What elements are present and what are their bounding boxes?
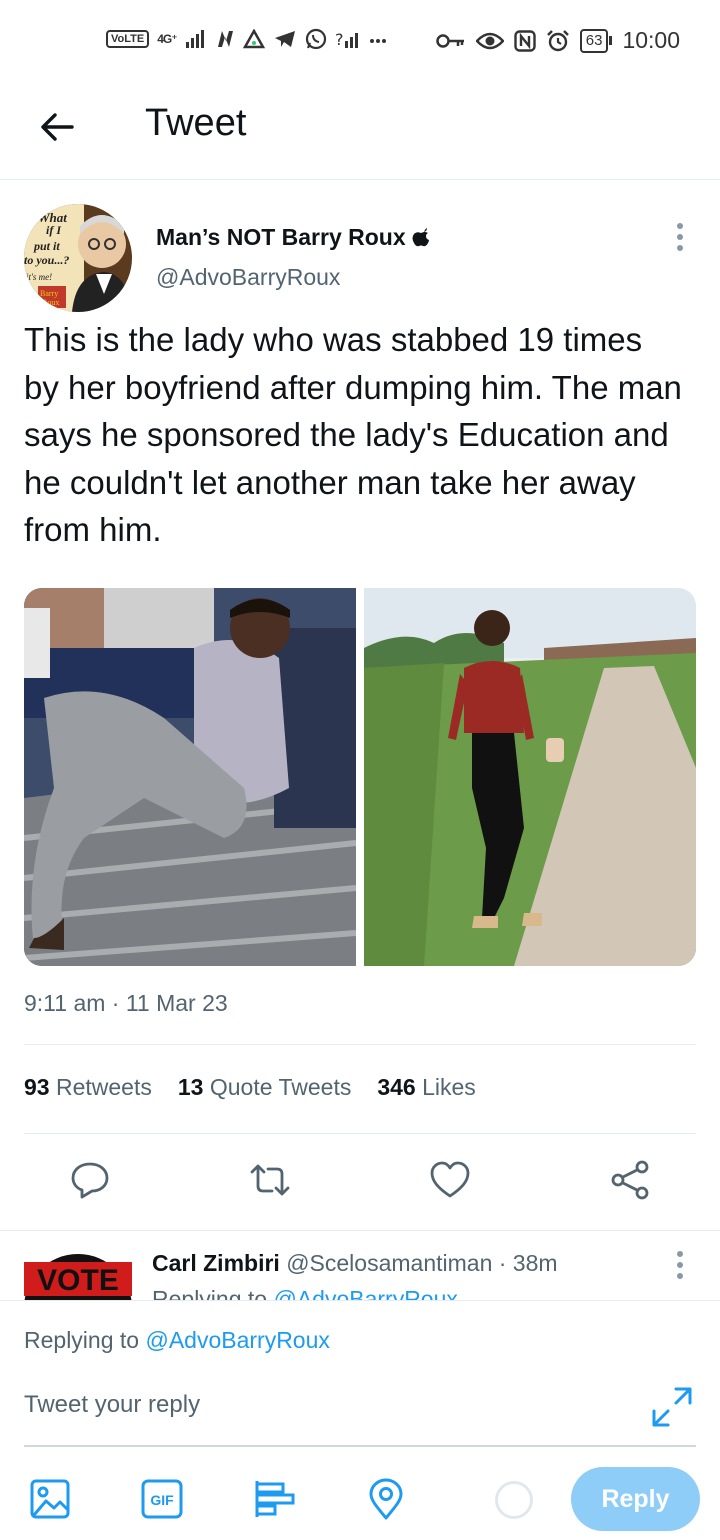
tweet-text: This is the lady who was stabbed 19 time… [24,321,682,548]
avatar-caption-6: Barry [40,289,58,298]
reply-author-handle-time: @Scelosamantiman · 38m [286,1250,558,1276]
alarm-icon [546,29,569,51]
reply-avatar[interactable]: VOTE [24,1254,132,1300]
avatar-caption-4: to you...? [24,253,69,267]
status-bar: VoLTE 4G⁺ ? 63 10:00 [0,0,720,84]
location-pin-icon[interactable] [364,1477,408,1521]
tweet-timestamp[interactable]: 9:11 am · 11 Mar 23 [24,990,228,1017]
status-icons-left: VoLTE 4G⁺ ? [106,28,387,50]
tweet-stats: 93 Retweets 13 Quote Tweets 346 Likes [24,1074,476,1101]
image-icon[interactable] [28,1477,72,1521]
share-icon[interactable] [608,1158,652,1202]
signal-strength-icon [185,30,204,48]
reply-avatar-image: VOTE [24,1254,132,1300]
quote-tweets-stat[interactable]: 13 Quote Tweets [178,1074,351,1101]
expand-icon[interactable] [650,1385,694,1429]
retweets-label: Retweets [55,1074,152,1100]
likes-stat[interactable]: 346 Likes [377,1074,475,1101]
avatar-caption-7: Roux [42,298,59,307]
battery-level: 63 [579,28,609,53]
reply-replying-handle[interactable]: @AdvoBarryRoux [273,1286,457,1300]
battery-tip [609,36,613,45]
divider-bottom-stats [24,1133,696,1134]
reply-replying-prefix: Replying to [152,1286,268,1300]
wifi-signal-icon: ? [335,30,358,49]
reply-icon[interactable] [68,1158,112,1202]
composer-underline [24,1445,696,1447]
reply-button[interactable]: Reply [571,1467,700,1531]
avatar-caption-3: put it [33,239,60,253]
character-count-circle [495,1481,533,1519]
poll-icon[interactable] [252,1477,296,1521]
like-heart-icon[interactable] [428,1158,472,1202]
composer-replying-handle[interactable]: @AdvoBarryRoux [145,1327,329,1353]
back-arrow-icon[interactable] [36,106,78,148]
tweet-actions [0,1150,720,1210]
reply-composer: Replying to @AdvoBarryRoux Tweet your re… [0,1300,720,1540]
reply-avatar-text: VOTE [37,1264,119,1297]
likes-label: Likes [422,1074,476,1100]
nfc-icon [514,29,536,52]
apple-icon [412,227,429,246]
more-options-icon[interactable] [668,220,692,254]
media-photo-lady[interactable] [364,588,696,966]
status-time: 10:00 [622,27,680,53]
reply-input[interactable]: Tweet your reply [24,1391,200,1419]
likes-count: 346 [377,1074,416,1100]
page-title: Tweet [145,102,247,144]
quote-tweets-count: 13 [177,1074,204,1100]
whatsapp-icon [305,28,326,50]
media-photo-man[interactable] [24,588,356,966]
retweet-icon[interactable] [248,1158,292,1202]
key-icon [436,33,464,48]
author-avatar[interactable]: What if I put it to you...? it's me! Bar… [24,204,132,312]
quote-tweets-label: Quote Tweets [209,1074,352,1100]
reply-replying-to: Replying to @AdvoBarryRoux [152,1286,458,1300]
nflix-notification-icon [217,31,233,47]
svg-text:?: ? [335,30,344,49]
network-type-label: 4G⁺ [157,32,177,46]
avatar-caption-5: it's me! [26,272,52,282]
reply-more-options-icon[interactable] [668,1248,692,1282]
composer-replying-to: Replying to @AdvoBarryRoux [24,1327,330,1354]
volte-indicator: VoLTE [106,30,150,48]
gif-label: GIF [150,1492,174,1508]
gif-icon: GIF [141,1479,183,1519]
eye-icon [475,32,504,49]
reply-author-row[interactable]: Carl Zimbiri @Scelosamantiman · 38m [152,1250,558,1277]
tweet-media [24,588,696,966]
retweets-count: 93 [24,1074,50,1100]
more-notifications-icon [369,39,386,43]
reply-author-name[interactable]: Carl Zimbiri [152,1250,280,1276]
avatar-caption-2: if I [46,223,62,237]
battery-indicator: 63 [579,28,613,53]
author-name-row[interactable]: Man’s NOT Barry Roux [156,224,430,251]
author-name[interactable]: Man’s NOT Barry Roux [156,224,406,251]
telegram-icon [274,31,295,47]
divider-top-stats [24,1044,696,1045]
app-notification-icon [242,29,265,49]
gif-button[interactable]: GIF [140,1477,184,1521]
author-avatar-image: What if I put it to you...? it's me! Bar… [24,204,132,312]
retweets-stat[interactable]: 93 Retweets [24,1074,152,1101]
thread-separator [0,1230,720,1231]
status-icons-right: 63 10:00 [436,27,680,54]
composer-replying-prefix: Replying to [24,1327,140,1353]
author-handle[interactable]: @AdvoBarryRoux [156,264,340,291]
top-app-bar: Tweet [0,84,720,180]
